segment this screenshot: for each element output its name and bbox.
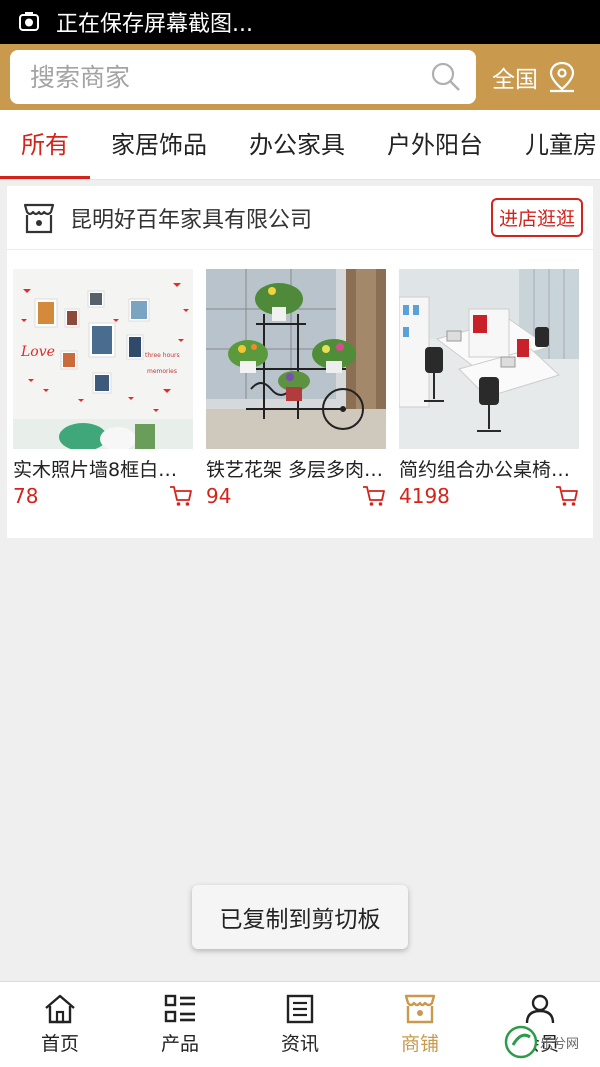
grid-list-icon (164, 994, 195, 1023)
nav-news[interactable]: 资讯 (240, 982, 360, 1067)
header: 全国 (0, 44, 600, 110)
location-pin-icon (549, 61, 575, 93)
cart-icon[interactable] (555, 485, 579, 507)
product-name: 铁艺花架 多层多肉花架 (206, 459, 386, 481)
nav-products[interactable]: 产品 (120, 982, 240, 1067)
product-name: 简约组合办公桌椅组合 (399, 459, 579, 481)
screenshot-icon (19, 12, 39, 31)
watermark: 乐兮网 (504, 1022, 594, 1062)
tab-kids-room[interactable]: 儿童房 (504, 110, 600, 179)
tab-home-decor[interactable]: 家居饰品 (90, 110, 228, 179)
nav-news-label: 资讯 (280, 1033, 319, 1055)
product-name: 实木照片墙8框白色简约 (13, 459, 193, 481)
product-item[interactable]: Love three hours memories 实木照片墙8框白色简约 78 (13, 269, 193, 508)
toast-message: 已复制到剪切板 (192, 885, 408, 949)
search-icon[interactable] (430, 61, 462, 93)
product-image[interactable] (206, 269, 386, 449)
watermark-text: 乐兮网 (540, 1036, 580, 1052)
tab-all[interactable]: 所有 (0, 110, 90, 179)
svg-text:Love: Love (20, 344, 55, 360)
nav-products-label: 产品 (160, 1033, 199, 1055)
status-bar: 正在保存屏幕截图... (0, 0, 600, 44)
watermark-logo-icon (504, 1025, 538, 1059)
region-label: 全国 (492, 67, 538, 93)
svg-text:three hours: three hours (145, 352, 180, 359)
store-icon (404, 994, 436, 1024)
status-text: 正在保存屏幕截图... (56, 12, 253, 37)
search-input[interactable] (28, 61, 430, 93)
home-icon (45, 994, 75, 1024)
user-icon (525, 994, 555, 1024)
product-price: 78 (13, 484, 39, 508)
nav-home[interactable]: 首页 (0, 982, 120, 1067)
category-tabs: 所有 家居饰品 办公家具 户外阳台 儿童房 (0, 110, 600, 180)
news-icon (286, 994, 314, 1024)
tab-office-furniture[interactable]: 办公家具 (228, 110, 366, 179)
store-header: 昆明好百年家具有限公司 进店逛逛 (7, 186, 593, 250)
cart-icon[interactable] (169, 485, 193, 507)
product-item[interactable]: 简约组合办公桌椅组合 4198 (399, 269, 579, 508)
product-price: 94 (206, 484, 232, 508)
svg-text:memories: memories (147, 368, 177, 375)
region-selector[interactable]: 全国 (492, 60, 578, 94)
product-list: Love three hours memories 实木照片墙8框白色简约 78 (7, 250, 593, 508)
search-box[interactable] (10, 50, 476, 104)
cart-icon[interactable] (362, 485, 386, 507)
store-name: 昆明好百年家具有限公司 (70, 207, 313, 233)
nav-home-label: 首页 (40, 1033, 79, 1055)
product-item[interactable]: 铁艺花架 多层多肉花架 94 (206, 269, 386, 508)
store-icon (23, 203, 55, 233)
tab-outdoor-balcony[interactable]: 户外阳台 (366, 110, 504, 179)
enter-store-button[interactable]: 进店逛逛 (490, 198, 583, 237)
nav-stores[interactable]: 商铺 (360, 982, 480, 1067)
product-image[interactable]: Love three hours memories (13, 269, 193, 449)
store-card: 昆明好百年家具有限公司 进店逛逛 Love three hours memori… (7, 186, 593, 538)
nav-stores-label: 商铺 (400, 1033, 439, 1055)
product-image[interactable] (399, 269, 579, 449)
product-price: 4198 (399, 484, 450, 508)
